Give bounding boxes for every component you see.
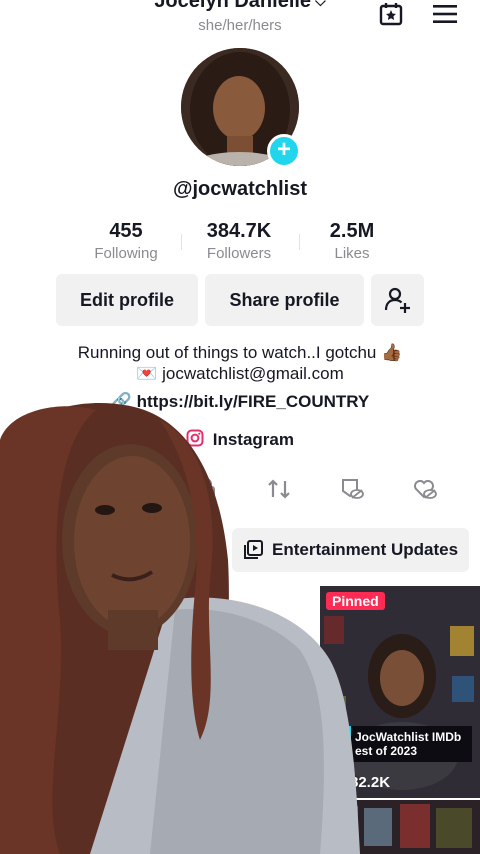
calendar-star-icon — [379, 3, 403, 26]
stat-label: Followers — [206, 245, 272, 262]
stat-value: 2.5M — [329, 220, 375, 242]
bio-line: Running out of things to watch..I gotchu… — [77, 343, 403, 362]
profile-name-switcher[interactable]: Jocelyn Danielle ⌵ — [0, 0, 480, 13]
stat-likes[interactable]: 2.5M Likes — [307, 220, 397, 262]
stat-following[interactable]: 455 Following — [81, 220, 171, 262]
profile-stats: 455 Following 384.7K Followers 2.5M Like… — [86, 220, 396, 270]
hamburger-menu-icon — [433, 5, 457, 23]
stat-followers[interactable]: 384.7K Followers — [194, 220, 284, 262]
creator-overlay-image — [0, 400, 360, 854]
creator-tools-button[interactable] — [376, 0, 406, 28]
add-story-icon[interactable]: + — [267, 134, 301, 168]
share-profile-button[interactable]: Share profile — [205, 274, 364, 326]
menu-button[interactable] — [430, 0, 460, 28]
video-title: JocWatchlist IMDb est of 2023 — [348, 726, 472, 762]
profile-name: Jocelyn Danielle — [154, 0, 312, 12]
stat-divider — [299, 234, 300, 250]
stat-value: 455 — [109, 220, 143, 242]
creator-photo — [0, 402, 360, 854]
bio-email: 💌 jocwatchlist@gmail.com — [136, 364, 344, 383]
bio: Running out of things to watch..I gotchu… — [0, 342, 480, 384]
stat-label: Likes — [334, 245, 370, 262]
stat-label: Following — [94, 245, 158, 262]
stat-divider — [181, 234, 182, 250]
chevron-down-icon: ⌵ — [315, 0, 326, 10]
tab-liked[interactable] — [410, 474, 440, 504]
heart-hidden-icon — [414, 480, 437, 499]
username: @jocwatchlist — [173, 178, 307, 200]
add-user-icon — [384, 287, 410, 313]
profile-header: Jocelyn Danielle ⌵ she/her/hers — [0, 0, 480, 44]
pronouns: she/her/hers — [198, 17, 282, 34]
edit-profile-button[interactable]: Edit profile — [56, 274, 198, 326]
add-friends-button[interactable] — [371, 274, 424, 326]
profile-avatar[interactable]: + — [181, 48, 301, 168]
stat-value: 384.7K — [206, 220, 272, 242]
